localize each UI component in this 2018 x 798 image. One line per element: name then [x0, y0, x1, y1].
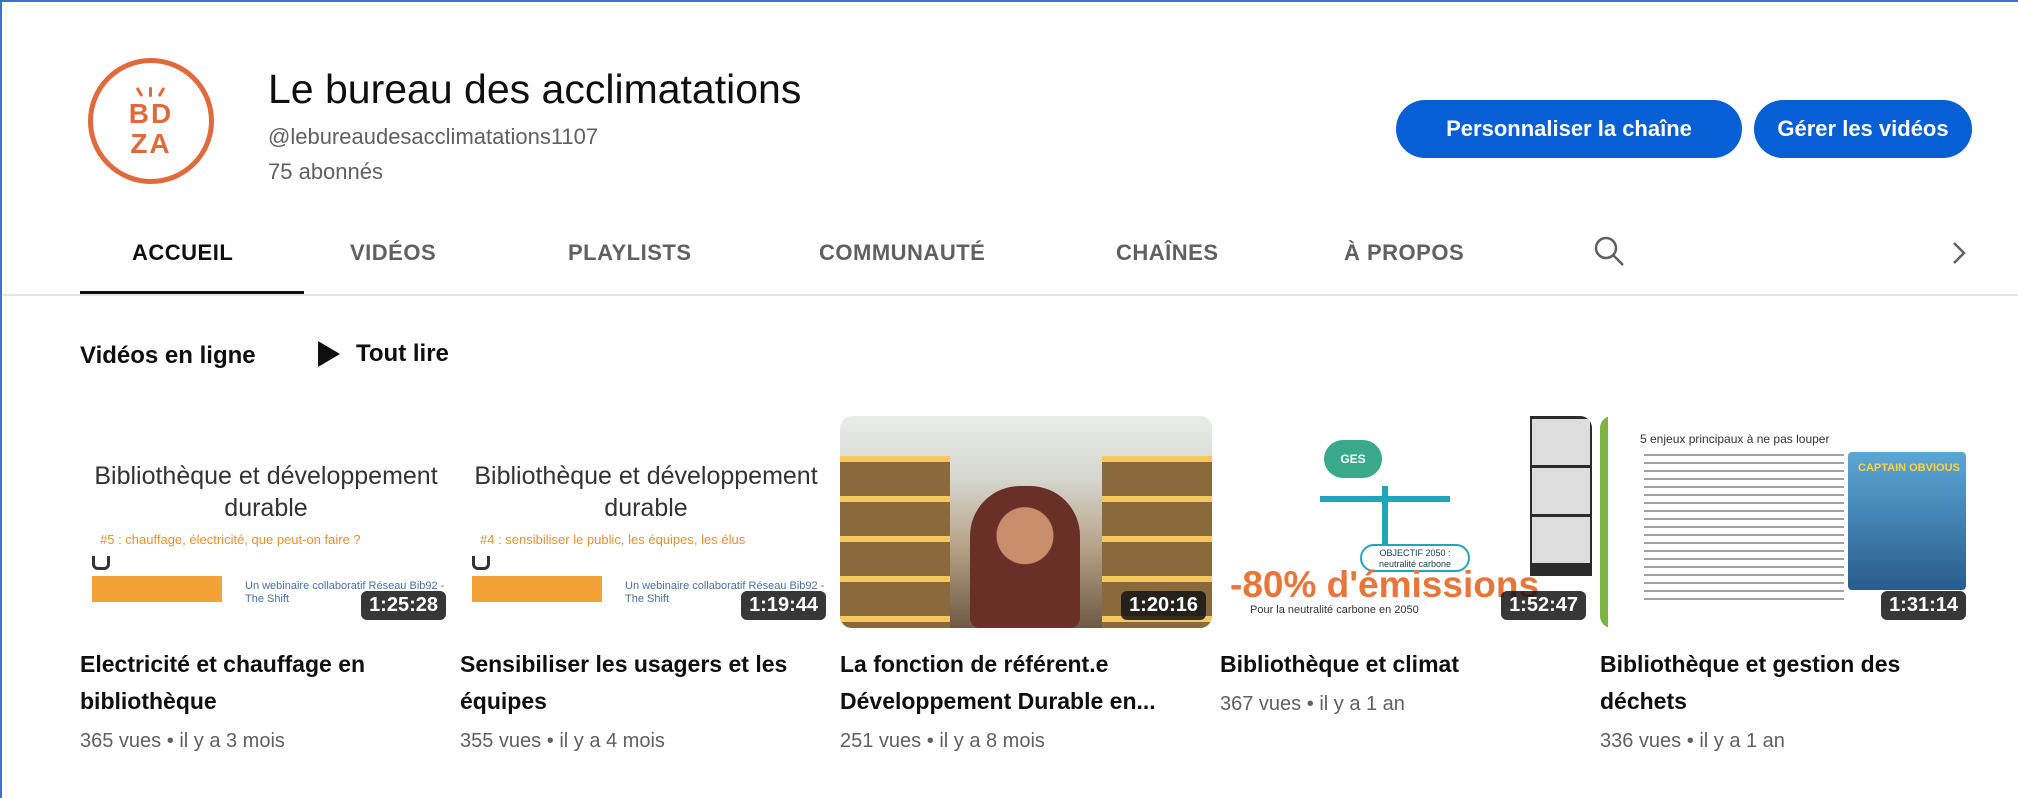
thumbnail-subtitle: Pour la neutralité carbone en 2050	[1250, 604, 1419, 616]
thumbnail-title: Bibliothèque et développement durable	[94, 462, 438, 522]
video-card[interactable]: Bibliothèque et développement durable #5…	[80, 416, 452, 753]
upload-age: il y a 8 mois	[939, 730, 1045, 752]
coffee-cup-icon	[472, 556, 490, 570]
meta-separator: •	[166, 730, 174, 752]
thumbnail-banner	[472, 576, 602, 602]
speaker-photo	[970, 486, 1080, 628]
avatar-text-line-1: BD	[128, 98, 174, 129]
video-duration: 1:20:16	[1121, 591, 1206, 620]
thumbnail-subtitle: #4 : sensibiliser le public, les équipes…	[480, 532, 746, 547]
tab-home[interactable]: ACCUEIL	[132, 240, 233, 266]
video-duration: 1:31:14	[1881, 591, 1966, 620]
play-all-label: Tout lire	[356, 340, 449, 367]
play-icon	[318, 341, 340, 367]
comic-title: CAPTAIN OBVIOUS	[1858, 462, 1960, 474]
video-title[interactable]: Bibliothèque et gestion des déchets	[1600, 646, 1960, 720]
participant-grid	[1530, 416, 1592, 576]
meta-separator: •	[546, 730, 554, 752]
thumbnail-subtitle: #5 : chauffage, électricité, que peut-on…	[100, 532, 361, 547]
view-count: 336 vues	[1600, 730, 1682, 752]
thumbnail-text-lines	[1644, 454, 1844, 604]
video-thumbnail[interactable]: 5 enjeux principaux à ne pas louper CAPT…	[1600, 416, 1972, 628]
scale-beam	[1320, 496, 1450, 502]
upload-age: il y a 1 an	[1319, 693, 1405, 715]
tabs-divider	[2, 294, 2018, 296]
view-count: 251 vues	[840, 730, 922, 752]
thumbnail-title: Bibliothèque et développement durable	[474, 462, 818, 522]
video-title[interactable]: Sensibiliser les usagers et les équipes	[460, 646, 820, 720]
channel-page: BD ZA Le bureau des acclimatations @lebu…	[0, 0, 2018, 798]
tab-videos[interactable]: VIDÉOS	[350, 240, 436, 266]
customize-channel-button[interactable]: Personnaliser la chaîne	[1396, 100, 1742, 158]
view-count: 355 vues	[460, 730, 542, 752]
meta-separator: •	[1306, 693, 1314, 715]
coffee-cup-icon	[92, 556, 110, 570]
video-title[interactable]: La fonction de référent.e Développement …	[840, 646, 1200, 720]
video-thumbnail[interactable]: Bibliothèque et développement durable #5…	[80, 416, 452, 628]
video-title[interactable]: Bibliothèque et climat	[1220, 646, 1580, 683]
video-card[interactable]: 1:20:16 La fonction de référent.e Dévelo…	[840, 416, 1212, 753]
chevron-right-icon[interactable]	[1946, 238, 1972, 268]
view-count: 367 vues	[1220, 693, 1302, 715]
video-duration: 1:19:44	[741, 591, 826, 620]
video-thumbnail[interactable]: 1:20:16	[840, 416, 1212, 628]
thumbnail-headline: -80% d'émissions	[1230, 564, 1540, 605]
meta-separator: •	[926, 730, 934, 752]
video-meta: 251 vues • il y a 8 mois	[840, 730, 1212, 753]
view-count: 365 vues	[80, 730, 162, 752]
manage-videos-button[interactable]: Gérer les vidéos	[1754, 100, 1972, 158]
video-thumbnail[interactable]: Bibliothèque et développement durable #4…	[460, 416, 832, 628]
tab-channels[interactable]: CHAÎNES	[1116, 240, 1219, 266]
video-card[interactable]: 5 enjeux principaux à ne pas louper CAPT…	[1600, 416, 1972, 753]
section-title: Vidéos en ligne	[80, 342, 256, 369]
channel-tabs: ACCUEIL VIDÉOS PLAYLISTS COMMUNAUTÉ CHAÎ…	[2, 226, 2018, 296]
tab-community[interactable]: COMMUNAUTÉ	[819, 240, 985, 266]
video-duration: 1:25:28	[361, 591, 446, 620]
bookshelf-left	[840, 456, 950, 628]
video-title[interactable]: Electricité et chauffage en bibliothèque	[80, 646, 440, 720]
video-card[interactable]: Bibliothèque et développement durable #4…	[460, 416, 832, 753]
thumbnail-banner	[92, 576, 222, 602]
thumbnail-heading: 5 enjeux principaux à ne pas louper	[1640, 432, 1830, 446]
scale-icon	[1382, 486, 1388, 546]
video-duration: 1:52:47	[1501, 591, 1586, 620]
sun-rays-icon	[132, 83, 170, 98]
upload-age: il y a 4 mois	[559, 730, 665, 752]
channel-handle: @lebureaudesacclimatations1107	[268, 124, 599, 149]
video-card[interactable]: GES OBJECTIF 2050 : neutralité carbone -…	[1220, 416, 1592, 716]
tab-playlists[interactable]: PLAYLISTS	[568, 240, 692, 266]
upload-age: il y a 1 an	[1699, 730, 1785, 752]
video-meta: 336 vues • il y a 1 an	[1600, 730, 1972, 753]
avatar-text-line-2: ZA	[130, 128, 172, 159]
meta-separator: •	[1686, 730, 1694, 752]
tab-about[interactable]: À PROPOS	[1344, 240, 1464, 266]
green-stripe	[1600, 416, 1608, 628]
play-all-button[interactable]: Tout lire	[318, 340, 449, 368]
channel-title: Le bureau des acclimatations	[268, 66, 802, 112]
channel-avatar[interactable]: BD ZA	[88, 58, 214, 184]
comic-image: CAPTAIN OBVIOUS	[1848, 452, 1966, 590]
search-icon[interactable]	[1592, 234, 1626, 268]
ges-cloud-icon: GES	[1324, 440, 1382, 478]
video-thumbnail[interactable]: GES OBJECTIF 2050 : neutralité carbone -…	[1220, 416, 1592, 628]
video-meta: 365 vues • il y a 3 mois	[80, 730, 452, 753]
subscriber-count: 75 abonnés	[268, 159, 383, 184]
video-meta: 367 vues • il y a 1 an	[1220, 693, 1592, 716]
video-meta: 355 vues • il y a 4 mois	[460, 730, 832, 753]
upload-age: il y a 3 mois	[179, 730, 285, 752]
